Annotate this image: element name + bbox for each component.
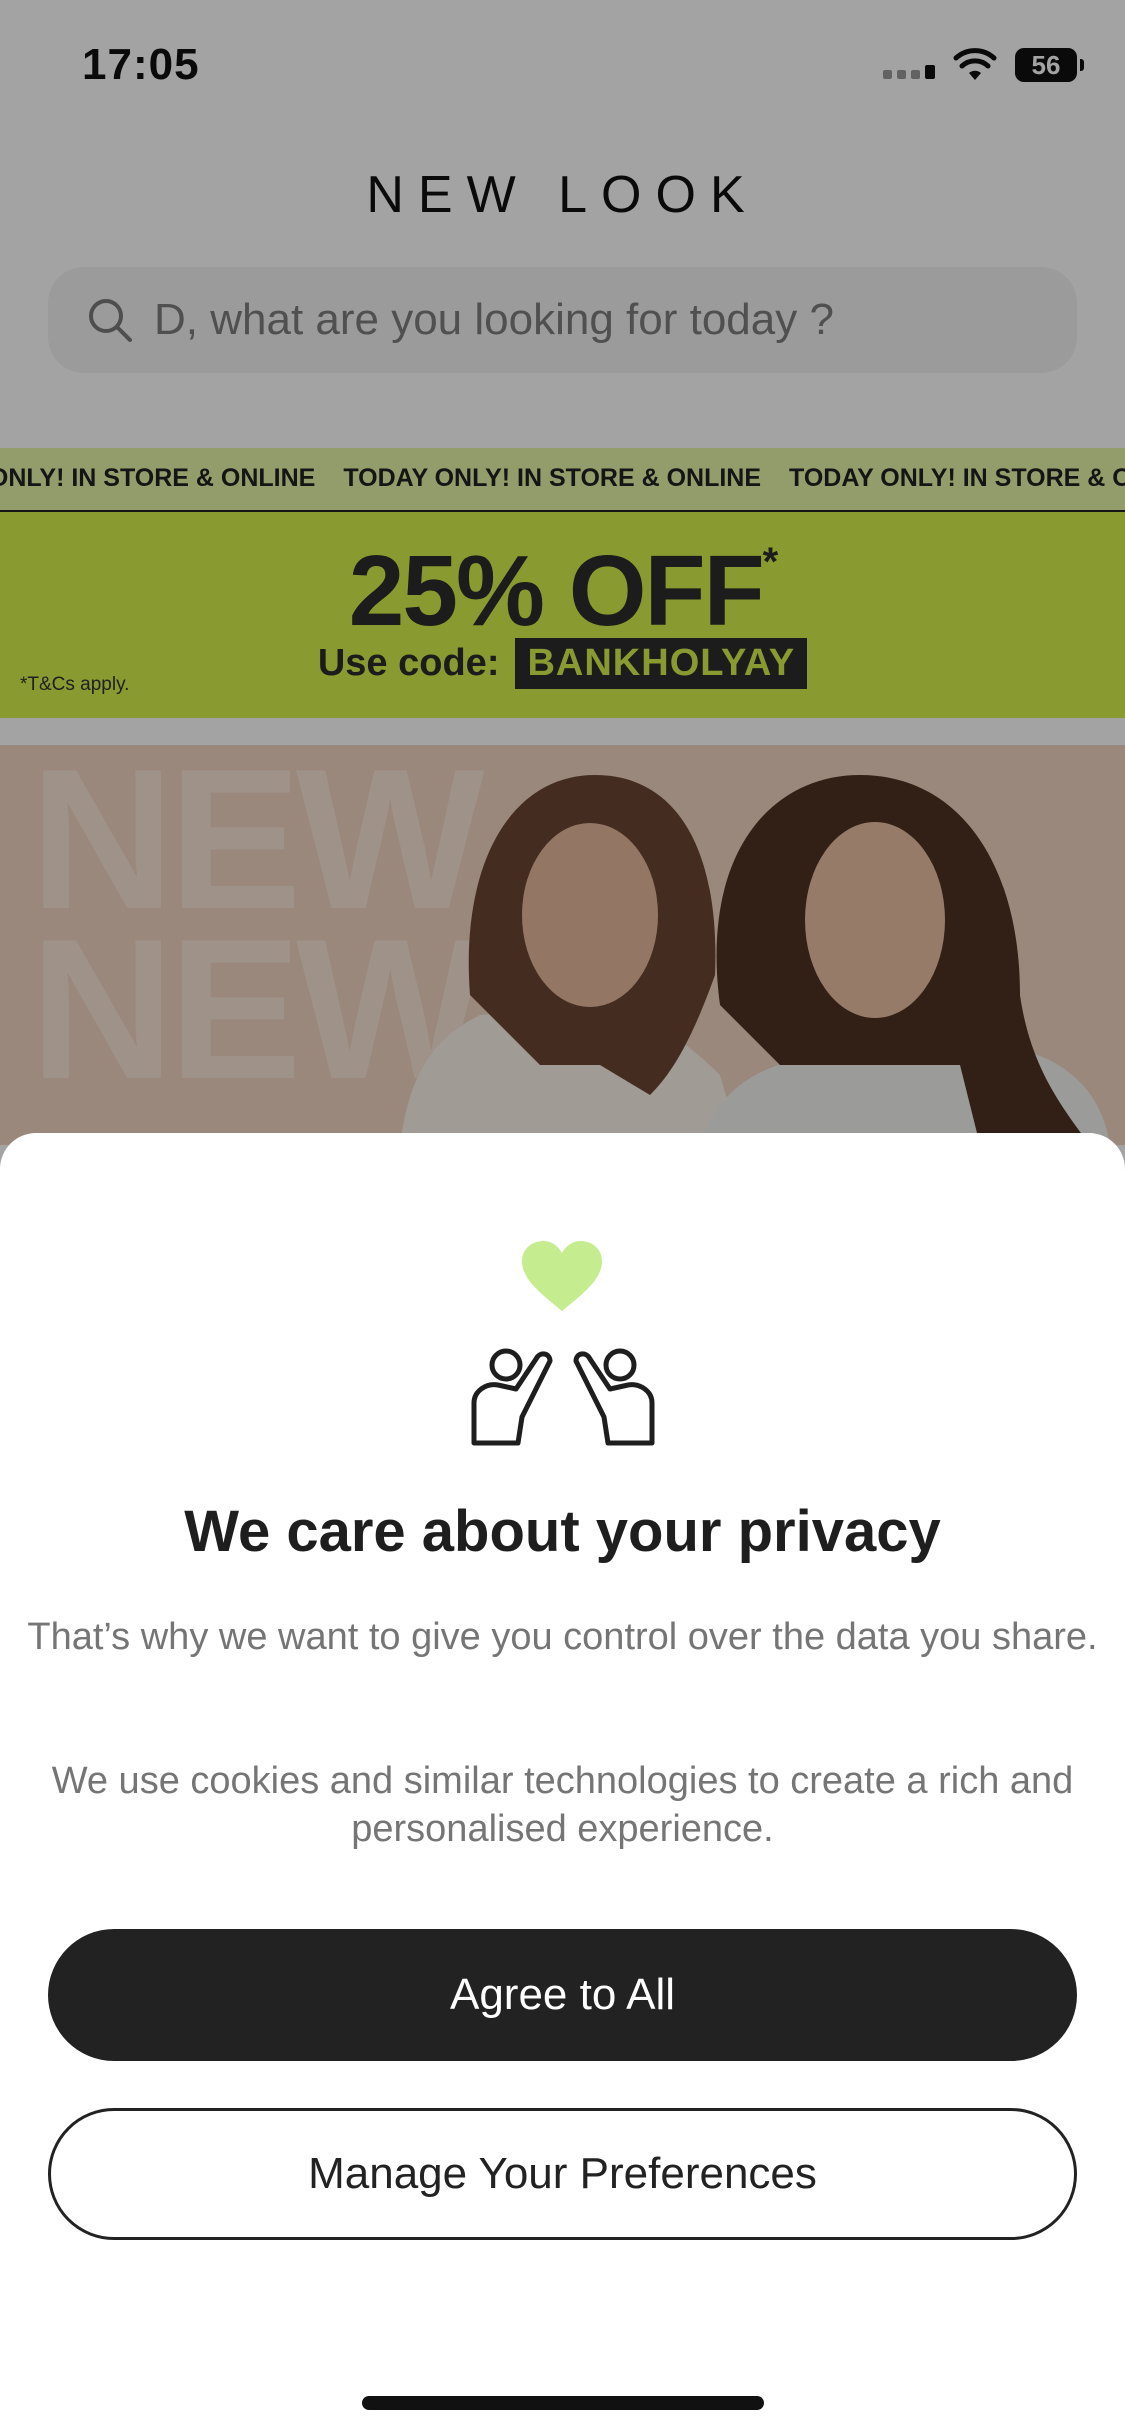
- consent-title: We care about your privacy: [184, 1499, 941, 1564]
- high-five-icon: [471, 1348, 655, 1446]
- consent-body-text: We use cookies and similar technologies …: [51, 1760, 1074, 1850]
- home-indicator: [362, 2396, 764, 2410]
- app-background: 17:05 56 NEW LOOK D, what are you lookin…: [0, 0, 1125, 2436]
- consent-body-text: That’s why we want to give you control o…: [27, 1616, 1098, 1658]
- privacy-consent-sheet: We care about your privacy That’s why we…: [0, 1133, 1125, 2436]
- manage-preferences-button[interactable]: Manage Your Preferences: [48, 2108, 1077, 2240]
- heart-icon: [522, 1241, 602, 1311]
- agree-to-all-button[interactable]: Agree to All: [48, 1929, 1077, 2061]
